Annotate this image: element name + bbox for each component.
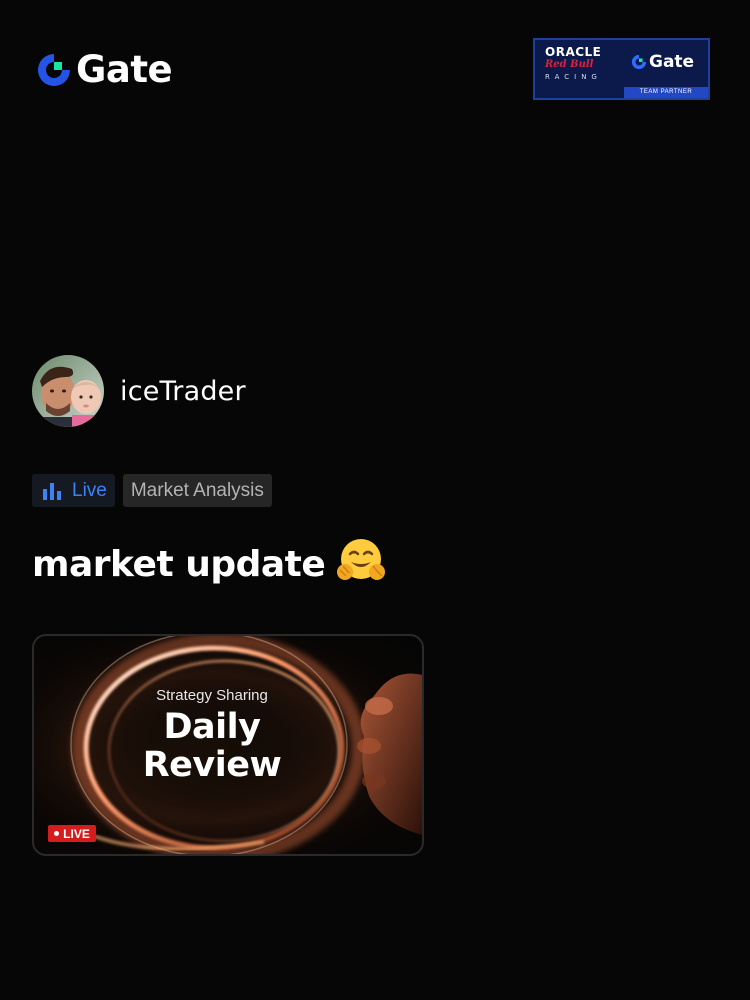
- redbull-wordmark: Red Bull: [545, 59, 594, 70]
- live-tag-label: Live: [72, 479, 107, 501]
- stream-thumbnail-card[interactable]: Strategy Sharing Daily Review LIVE: [32, 634, 424, 856]
- live-tag[interactable]: Live: [32, 474, 115, 507]
- thumbnail-title: Daily Review: [34, 707, 408, 785]
- team-partner-badge: ORACLE Red Bull RACING Gate TEAM PARTNER: [533, 38, 710, 100]
- partner-gate-icon: [631, 54, 647, 70]
- category-tag[interactable]: Market Analysis: [122, 474, 272, 507]
- thumbnail-kicker: Strategy Sharing: [156, 687, 268, 704]
- category-tag-label: Market Analysis: [130, 479, 264, 501]
- avatar-image: [32, 355, 104, 427]
- author[interactable]: iceTrader: [32, 355, 246, 427]
- thumbnail-title-line2: Review: [142, 745, 282, 785]
- live-badge: LIVE: [48, 825, 96, 842]
- gate-logo[interactable]: Gate: [36, 48, 173, 91]
- post-title[interactable]: market update: [32, 538, 386, 591]
- oracle-wordmark: ORACLE: [545, 45, 602, 59]
- author-name[interactable]: iceTrader: [120, 376, 246, 407]
- partner-gate-name: Gate: [649, 52, 695, 72]
- gate-logo-icon: [38, 54, 70, 86]
- post-title-text: market update: [32, 544, 326, 585]
- racing-wordmark: RACING: [545, 73, 602, 81]
- brand-name: Gate: [76, 48, 173, 91]
- live-dot-icon: [54, 831, 60, 836]
- post-tags: Live Market Analysis: [32, 474, 272, 507]
- page: Gate ORACLE Red Bull RACING Gate TEAM PA…: [0, 0, 750, 1000]
- bar-chart-icon: [43, 482, 61, 500]
- team-partner-strip: TEAM PARTNER: [624, 87, 708, 98]
- thumbnail-title-line1: Daily: [163, 707, 261, 747]
- hugging-face-emoji-icon: [337, 538, 386, 591]
- live-badge-label: LIVE: [63, 826, 90, 841]
- avatar[interactable]: [32, 355, 104, 427]
